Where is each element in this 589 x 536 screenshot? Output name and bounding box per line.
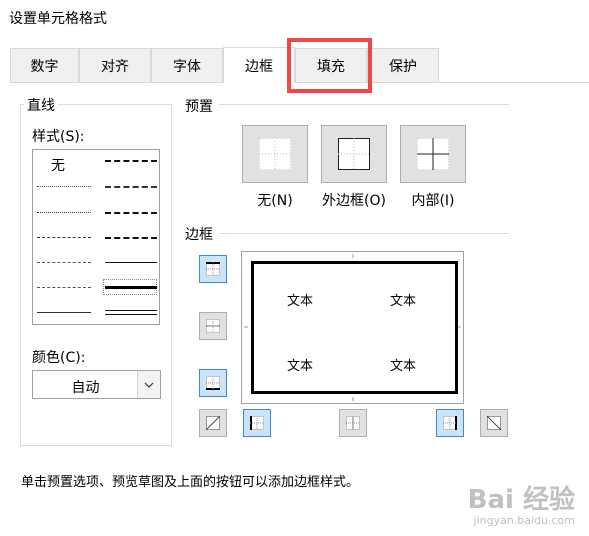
preview-text-bottom-right: 文本 bbox=[390, 359, 417, 374]
line-style-medium[interactable] bbox=[105, 262, 157, 263]
preset-none-label: 无(N) bbox=[257, 193, 293, 209]
tab-font[interactable]: 字体 bbox=[151, 48, 223, 82]
fill-tab-highlight bbox=[287, 38, 372, 93]
watermark-url: jingyan.baidu.com bbox=[473, 514, 575, 527]
presets-title: 预置 bbox=[185, 99, 213, 115]
color-label: 颜色(C): bbox=[32, 350, 86, 366]
border-bottom-button[interactable] bbox=[199, 369, 227, 397]
baidu-watermark: Bai 经验 jingyan.baidu.com bbox=[468, 487, 575, 526]
border-right-button[interactable] bbox=[436, 409, 464, 437]
chevron-down-icon[interactable] bbox=[137, 371, 160, 398]
border-divider bbox=[219, 233, 509, 234]
border-top-icon bbox=[206, 262, 220, 276]
tab-label: 保护 bbox=[389, 58, 417, 75]
preview-text-top-left: 文本 bbox=[287, 294, 314, 309]
border-bottom-icon bbox=[206, 376, 220, 390]
line-style-slant-dash-dot[interactable] bbox=[105, 186, 157, 188]
dialog-title: 设置单元格格式 bbox=[9, 11, 107, 27]
border-left-icon bbox=[250, 416, 264, 430]
tab-alignment[interactable]: 对齐 bbox=[79, 48, 151, 82]
border-diagonal-down-button[interactable] bbox=[480, 409, 508, 437]
border-left-button[interactable] bbox=[243, 409, 271, 437]
border-inside-horizontal-button[interactable] bbox=[199, 312, 227, 340]
tab-label: 对齐 bbox=[101, 58, 129, 75]
style-label: 样式(S): bbox=[32, 129, 85, 145]
line-style-list[interactable]: 无 bbox=[32, 149, 160, 325]
preset-outline-button[interactable] bbox=[321, 125, 387, 183]
line-style-medium-dash-dot[interactable] bbox=[105, 212, 157, 214]
preset-inside-label: 内部(I) bbox=[411, 193, 455, 209]
line-style-hair[interactable] bbox=[37, 186, 91, 187]
preview-text-top-right: 文本 bbox=[390, 294, 417, 309]
line-style-dotted[interactable] bbox=[37, 212, 91, 213]
line-style-thin[interactable] bbox=[37, 312, 91, 313]
preset-inside-icon bbox=[417, 138, 449, 170]
preset-inside-button[interactable] bbox=[400, 125, 466, 183]
border-inside-horizontal-icon bbox=[206, 319, 220, 333]
line-style-dash-dot-dot[interactable] bbox=[37, 237, 91, 238]
diagonal-up-icon bbox=[206, 416, 220, 430]
color-select[interactable]: 自动 bbox=[32, 370, 161, 399]
line-style-medium-dash-dot-dot[interactable] bbox=[105, 160, 157, 162]
line-style-double[interactable] bbox=[105, 310, 157, 315]
tab-label: 边框 bbox=[245, 58, 273, 75]
preset-none-button[interactable] bbox=[242, 125, 308, 183]
line-style-dashed[interactable] bbox=[37, 287, 91, 288]
border-diagonal-up-button[interactable] bbox=[199, 409, 227, 437]
line-style-medium-dashed[interactable] bbox=[105, 237, 157, 239]
tab-label: 字体 bbox=[173, 58, 201, 75]
tab-protection[interactable]: 保护 bbox=[367, 48, 439, 82]
line-group-title: 直线 bbox=[24, 95, 58, 115]
color-select-value: 自动 bbox=[71, 380, 100, 396]
tab-label: 数字 bbox=[30, 58, 59, 75]
border-inside-vertical-button[interactable] bbox=[339, 409, 367, 437]
border-top-button[interactable] bbox=[199, 255, 227, 283]
watermark-brand: Bai 经验 bbox=[467, 485, 575, 515]
line-style-dash-dot[interactable] bbox=[37, 262, 91, 263]
hint-text: 单击预置选项、预览草图及上面的按钮可以添加边框样式。 bbox=[21, 475, 360, 490]
preset-outline-icon bbox=[338, 138, 370, 170]
tab-number[interactable]: 数字 bbox=[10, 48, 79, 82]
preview-border-lines bbox=[244, 254, 461, 401]
border-inside-vertical-icon bbox=[346, 416, 360, 430]
preset-outline-label: 外边框(O) bbox=[322, 193, 386, 209]
tab-border[interactable]: 边框 bbox=[223, 47, 295, 83]
border-right-icon bbox=[443, 416, 457, 430]
presets-divider bbox=[219, 104, 509, 105]
line-style-thick[interactable] bbox=[105, 286, 157, 289]
border-preview[interactable]: 文本 文本 文本 文本 bbox=[241, 251, 464, 404]
preset-none-icon bbox=[259, 138, 291, 170]
diagonal-down-icon bbox=[487, 416, 501, 430]
border-title: 边框 bbox=[185, 227, 213, 243]
preview-text-bottom-left: 文本 bbox=[287, 359, 314, 374]
